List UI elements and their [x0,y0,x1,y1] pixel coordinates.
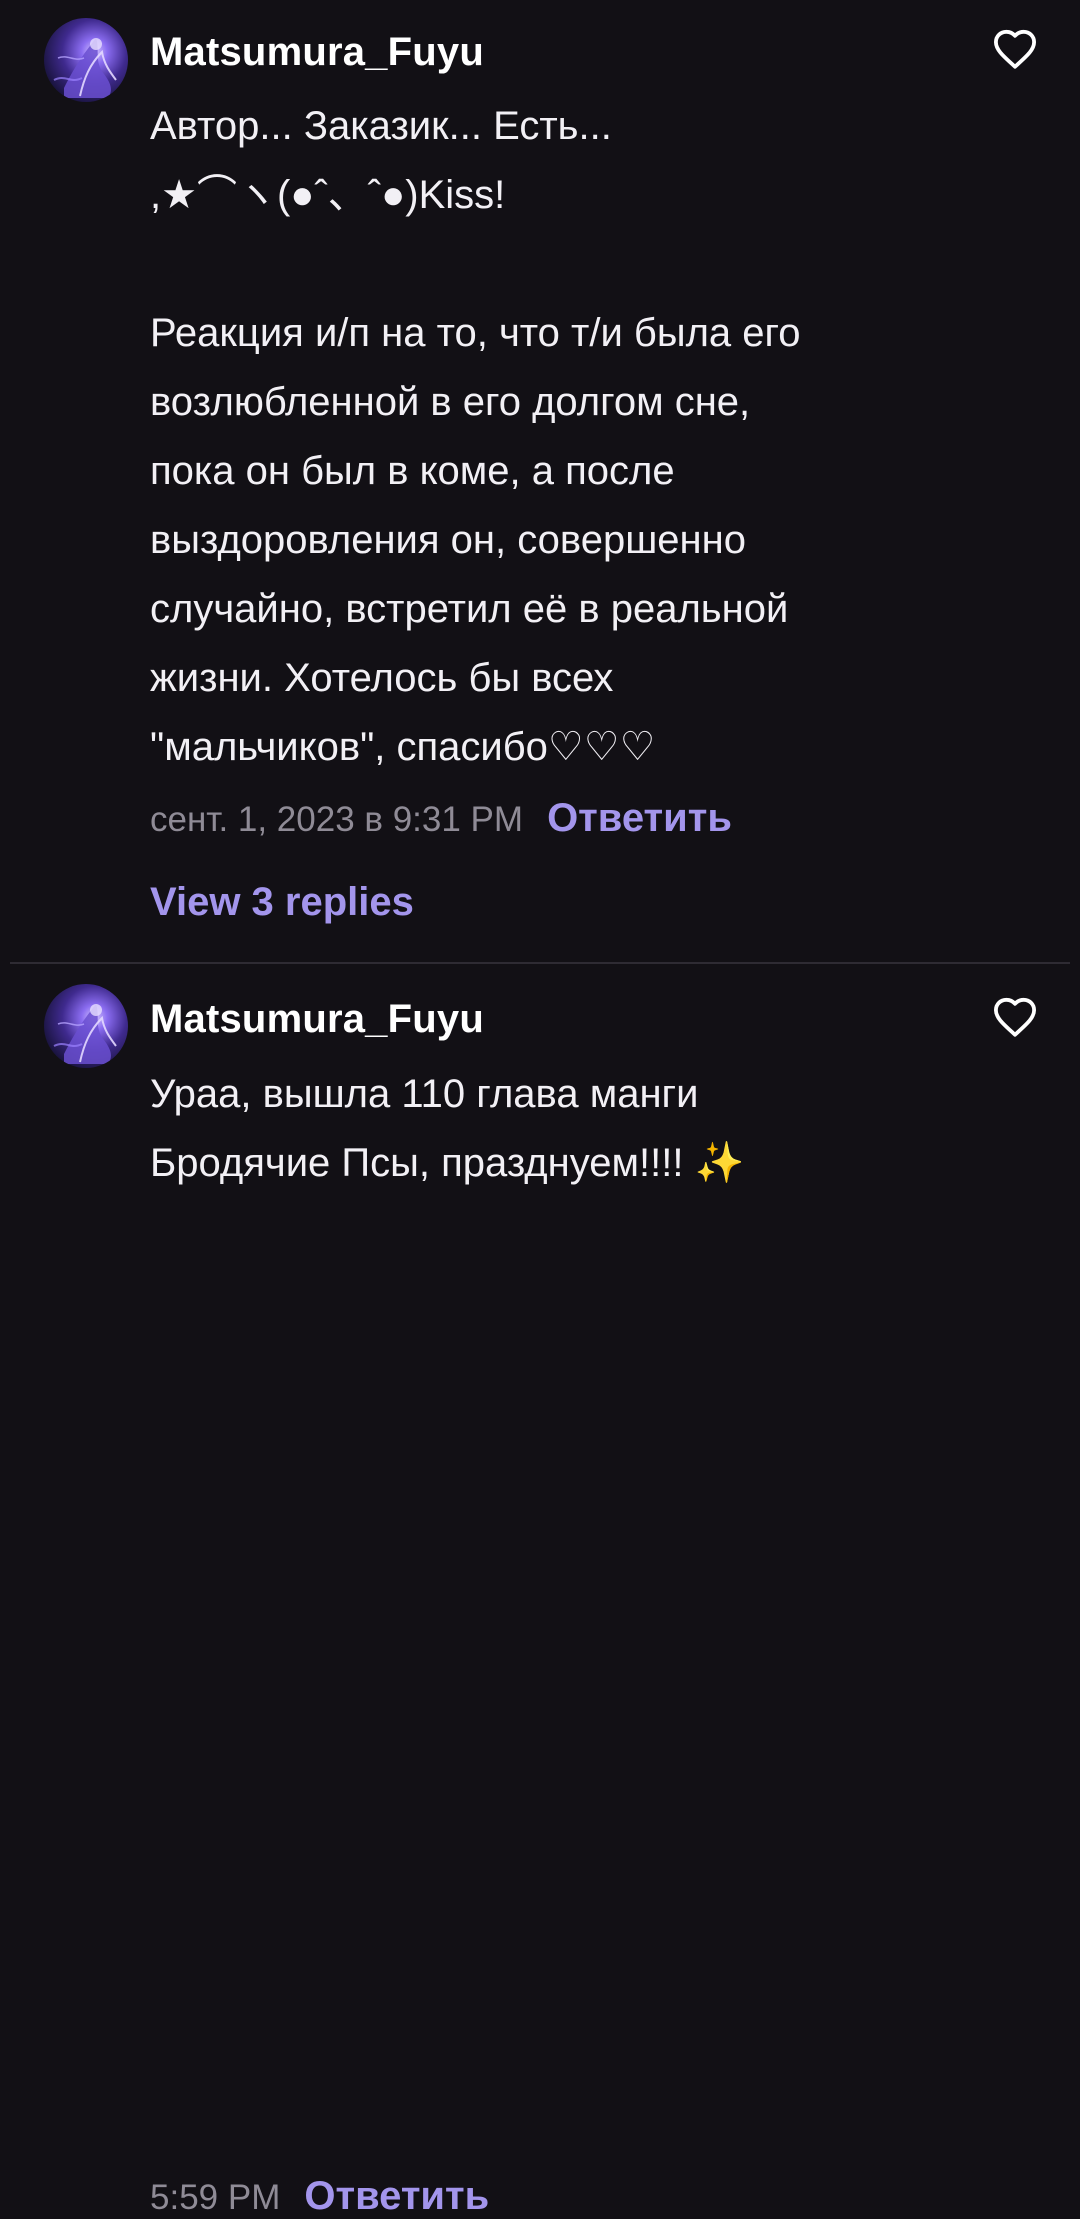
comment-meta: сент. 1, 2023 в 9:31 PM Ответить [150,796,732,841]
comment-text: Автор... Заказик... Есть... ,★⌒ヽ(●ˆ、ˆ●)K… [150,104,801,769]
reply-button[interactable]: Ответить [304,2174,489,2219]
heart-outline-icon [994,997,1036,1037]
divider [10,962,1070,964]
avatar-image [53,1004,117,1064]
comment-timestamp: 5:59 PM [150,2178,281,2217]
reply-button[interactable]: Ответить [547,796,732,841]
avatar[interactable] [44,18,128,102]
comment-username[interactable]: Matsumura_Fuyu [150,994,484,1044]
avatar-image [53,38,117,98]
like-button[interactable] [988,24,1042,74]
like-button[interactable] [988,992,1042,1042]
comment-username[interactable]: Matsumura_Fuyu [150,27,484,77]
heart-outline-icon [994,29,1036,69]
comment-timestamp: сент. 1, 2023 в 9:31 PM [150,800,524,839]
view-replies-link[interactable]: View 3 replies [150,880,414,925]
comment-meta: 5:59 PM Ответить [150,2174,489,2219]
comment-text: Ураа, вышла 110 глава манги Бродячие Псы… [150,1072,745,1185]
avatar[interactable] [44,984,128,1068]
